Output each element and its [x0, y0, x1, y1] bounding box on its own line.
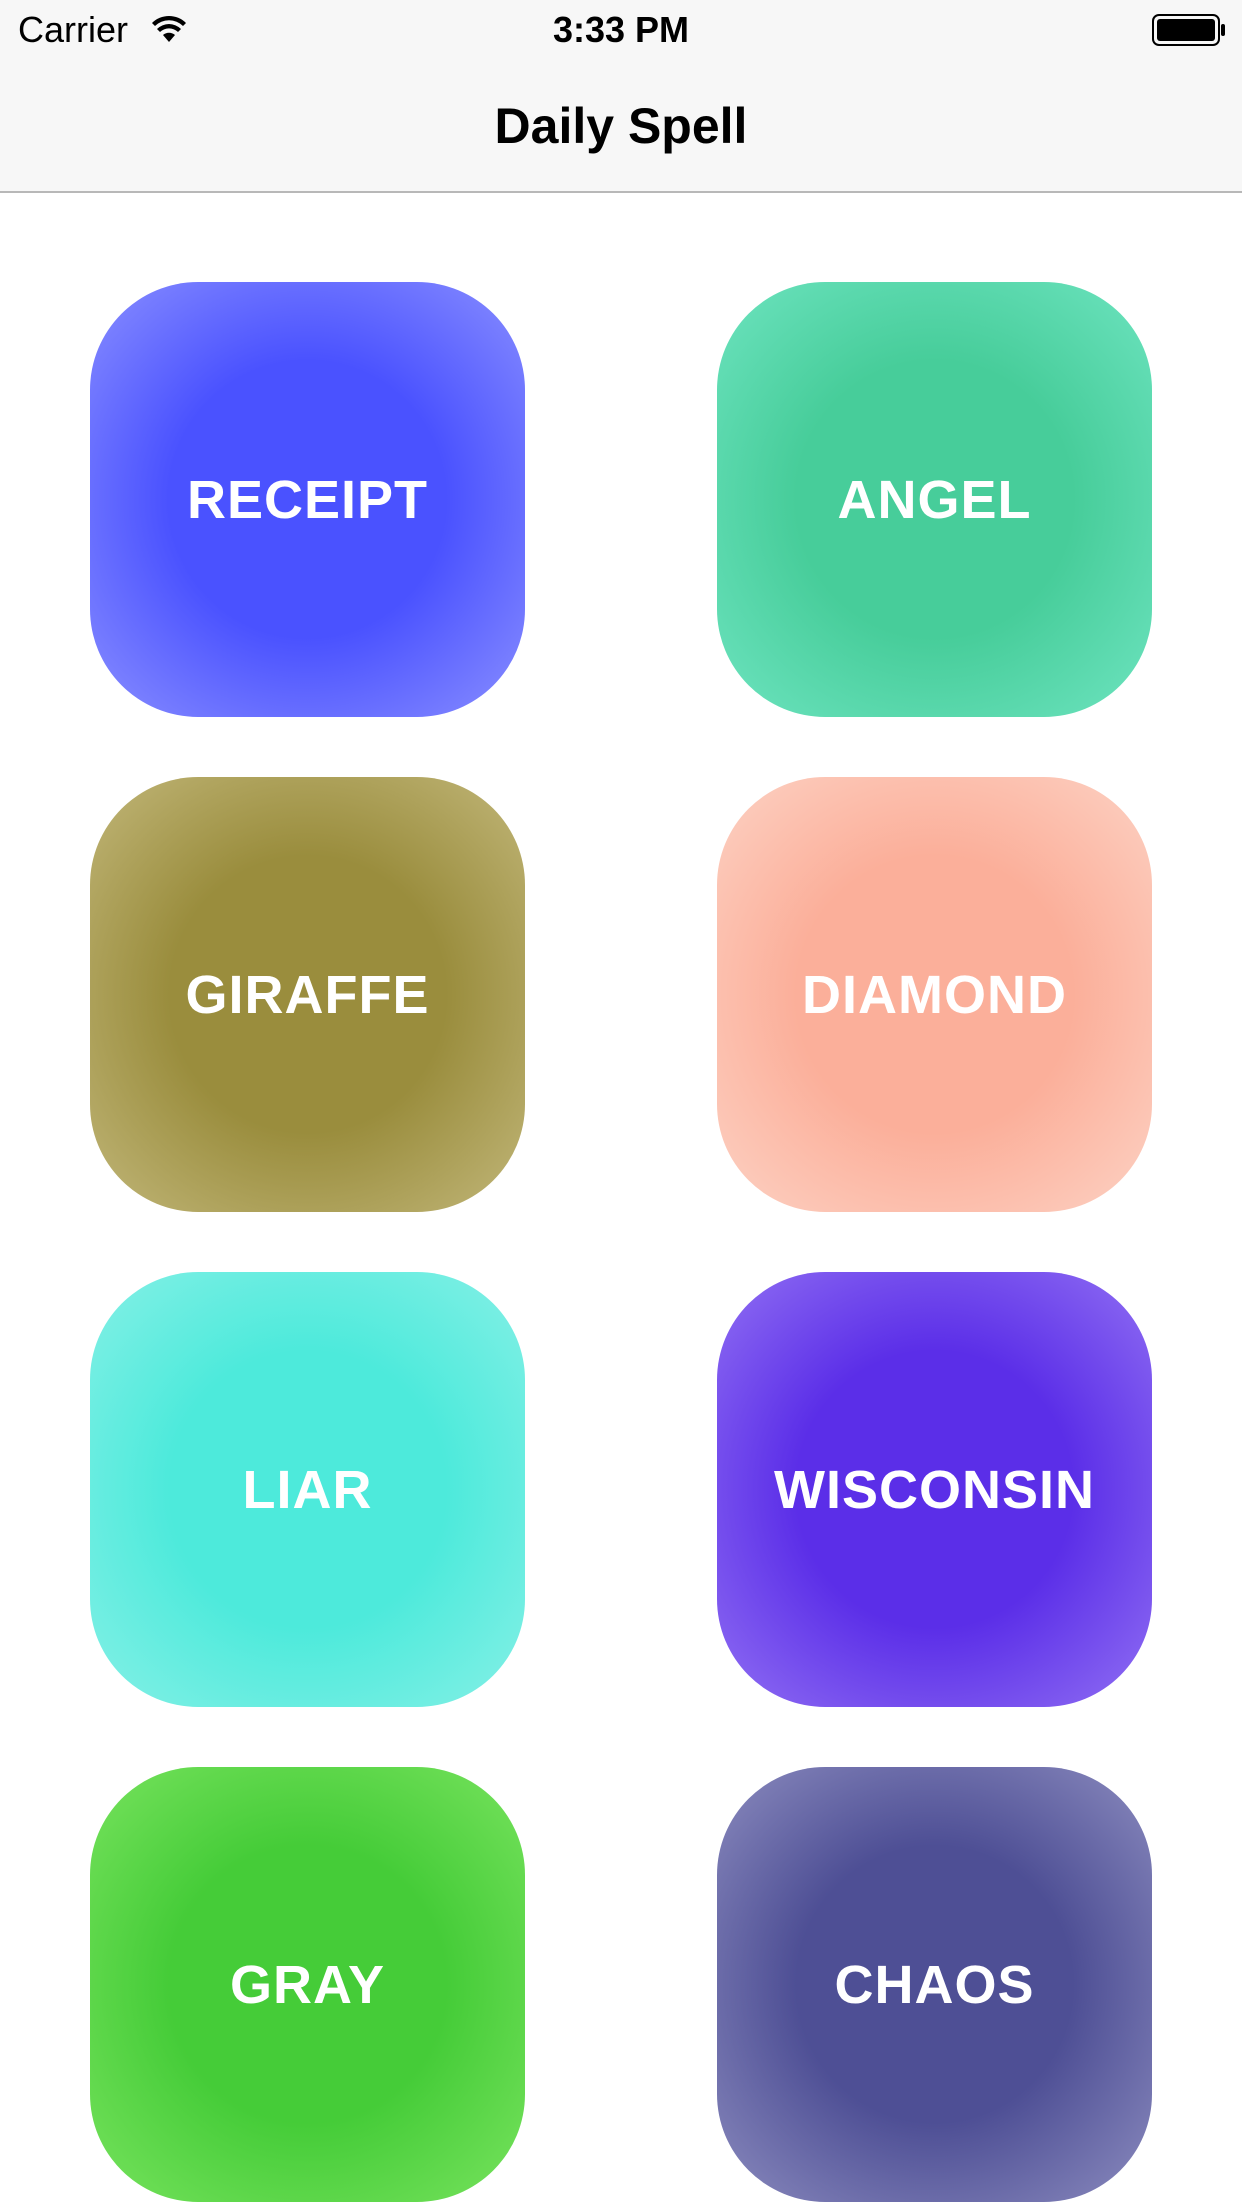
tile-label: WISCONSIN — [773, 1459, 1095, 1520]
tile-label: DIAMOND — [802, 964, 1067, 1025]
tile-label: CHAOS — [834, 1954, 1035, 2015]
tile-label: LIAR — [242, 1459, 373, 1520]
tile-liar[interactable]: LIAR — [90, 1272, 525, 1707]
tile-angel[interactable]: ANGEL — [717, 282, 1152, 717]
tile-giraffe[interactable]: GIRAFFE — [90, 777, 525, 1212]
tile-label: RECEIPT — [186, 469, 429, 530]
tile-label: ANGEL — [837, 469, 1032, 530]
tile-gray[interactable]: GRAY — [90, 1767, 525, 2202]
tile-chaos[interactable]: CHAOS — [717, 1767, 1152, 2202]
tile-diamond[interactable]: DIAMOND — [717, 777, 1152, 1212]
tile-wisconsin[interactable]: WISCONSIN — [717, 1272, 1152, 1707]
tile-receipt[interactable]: RECEIPT — [90, 282, 525, 717]
tile-label: GIRAFFE — [185, 964, 430, 1025]
spell-tile-grid: RECEIPT ANGEL GIRAFFE DIAMOND LIAR WISCO… — [0, 0, 1242, 2208]
tile-label: GRAY — [229, 1954, 386, 2015]
